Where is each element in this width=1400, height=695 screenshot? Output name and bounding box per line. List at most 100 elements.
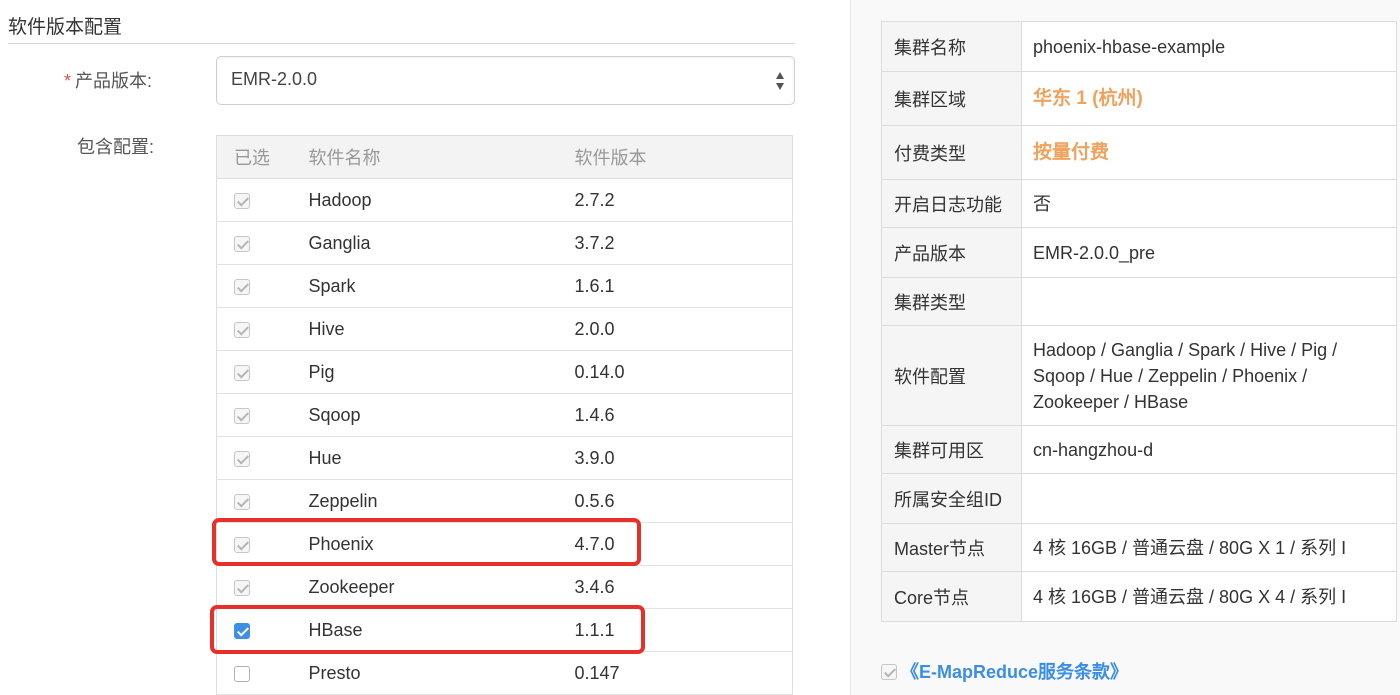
table-row: Hue 3.9.0 [216, 436, 793, 480]
summary-row: 开启日志功能 否 [881, 179, 1397, 228]
select-arrows-icon [776, 72, 784, 90]
summary-row: 集群名称 phoenix-hbase-example [881, 21, 1397, 72]
summary-row: 集群类型 [881, 277, 1397, 326]
summary-value: 4 核 16GB / 普通云盘 / 80G X 1 / 系列 I [1021, 523, 1397, 572]
checkbox-unchecked[interactable] [234, 665, 250, 682]
summary-value: Hadoop / Ganglia / Spark / Hive / Pig / … [1021, 325, 1397, 426]
version-select[interactable]: EMR-2.0.0 [216, 56, 795, 105]
header-version: 软件版本 [574, 135, 793, 179]
summary-row: 付费类型 按量付费 [881, 125, 1397, 180]
checkbox-disabled-checked [234, 235, 250, 252]
table-row: Hadoop 2.7.2 [216, 178, 793, 222]
summary-value: 4 核 16GB / 普通云盘 / 80G X 4 / 系列 I [1021, 571, 1397, 622]
checkbox-disabled-checked [234, 407, 250, 424]
summary-key: 开启日志功能 [881, 179, 1022, 228]
version-label-text: 产品版本: [75, 71, 153, 91]
summary-row: Core节点 4 核 16GB / 普通云盘 / 80G X 4 / 系列 I [881, 571, 1397, 622]
version-select-value: EMR-2.0.0 [231, 69, 318, 89]
checkbox-disabled-checked [234, 579, 250, 596]
summary-key: 产品版本 [881, 227, 1022, 278]
components-label: 包含配置: [77, 137, 155, 157]
summary-value: 按量付费 [1021, 125, 1397, 180]
table-row: HBase 1.1.1 [216, 608, 793, 652]
table-row: Pig 0.14.0 [216, 350, 793, 394]
checkbox-disabled-checked [234, 493, 250, 510]
software-version: 3.9.0 [574, 436, 793, 480]
software-version: 1.1.1 [574, 608, 793, 652]
table-header-row: 已选 软件名称 软件版本 [216, 135, 793, 179]
software-name: Sqoop [308, 393, 575, 437]
summary-key: 付费类型 [881, 125, 1022, 180]
summary-row: 产品版本 EMR-2.0.0_pre [881, 227, 1397, 278]
software-name: Pig [308, 350, 575, 394]
software-version: 3.7.2 [574, 221, 793, 265]
software-version: 0.147 [574, 651, 793, 695]
checkbox-disabled-checked [234, 536, 250, 553]
software-name: Presto [308, 651, 575, 695]
summary-value [1021, 277, 1397, 326]
table-row: Hive 2.0.0 [216, 307, 793, 351]
summary-value: cn-hangzhou-d [1021, 425, 1397, 474]
table-row: Phoenix 4.7.0 [216, 522, 793, 566]
software-name: Zookeeper [308, 565, 575, 609]
software-version: 1.6.1 [574, 264, 793, 308]
checkbox-checked[interactable] [234, 622, 250, 639]
summary-row: Master节点 4 核 16GB / 普通云盘 / 80G X 1 / 系列 … [881, 523, 1397, 572]
terms-link[interactable]: 《E-MapReduce服务条款》 [901, 662, 1128, 682]
header-name: 软件名称 [308, 135, 575, 179]
summary-value: phoenix-hbase-example [1021, 21, 1397, 72]
summary-key: 集群类型 [881, 277, 1022, 326]
summary-key: 集群名称 [881, 21, 1022, 72]
software-name: Hue [308, 436, 575, 480]
software-version: 4.7.0 [574, 522, 793, 566]
summary-value: 华东 1 (杭州) [1021, 71, 1397, 126]
software-name: Zeppelin [308, 479, 575, 523]
summary-key: 集群区域 [881, 71, 1022, 126]
software-config-panel: 软件版本配置 * 产品版本: EMR-2.0.0 包含配置: 已选 软件名称 软件… [0, 0, 850, 695]
version-label: * 产品版本: [64, 67, 152, 93]
summary-key: Master节点 [881, 523, 1022, 572]
checkbox-disabled-checked [234, 278, 250, 295]
table-row: Zookeeper 3.4.6 [216, 565, 793, 609]
summary-key: Core节点 [881, 571, 1022, 622]
checkbox-disabled-checked [234, 192, 250, 209]
software-name: Ganglia [308, 221, 575, 265]
table-row: Spark 1.6.1 [216, 264, 793, 308]
software-name: Spark [308, 264, 575, 308]
summary-key: 所属安全组ID [881, 473, 1022, 524]
software-name: Hadoop [308, 178, 575, 222]
summary-key: 软件配置 [881, 325, 1022, 426]
software-version: 1.4.6 [574, 393, 793, 437]
terms-agreement: 《E-MapReduce服务条款》 [881, 658, 1128, 684]
summary-value: EMR-2.0.0_pre [1021, 227, 1397, 278]
checkbox-disabled-checked [234, 450, 250, 467]
summary-row: 集群可用区 cn-hangzhou-d [881, 425, 1397, 474]
checkbox-disabled-checked [234, 321, 250, 338]
table-row: Zeppelin 0.5.6 [216, 479, 793, 523]
required-mark: * [64, 71, 72, 91]
software-version: 2.0.0 [574, 307, 793, 351]
table-row: Presto 0.147 [216, 651, 793, 695]
software-version: 0.14.0 [574, 350, 793, 394]
software-name: Phoenix [308, 522, 575, 566]
table-row: Ganglia 3.7.2 [216, 221, 793, 265]
table-row: Sqoop 1.4.6 [216, 393, 793, 437]
summary-value: 否 [1021, 179, 1397, 228]
software-version: 0.5.6 [574, 479, 793, 523]
summary-row: 所属安全组ID [881, 473, 1397, 524]
summary-row: 软件配置 Hadoop / Ganglia / Spark / Hive / P… [881, 325, 1397, 426]
summary-key: 集群可用区 [881, 425, 1022, 474]
software-version: 3.4.6 [574, 565, 793, 609]
section-title: 软件版本配置 [8, 17, 123, 38]
summary-table: 集群名称 phoenix-hbase-example 集群区域 华东 1 (杭州… [881, 21, 1397, 622]
checkbox-disabled-checked [234, 364, 250, 381]
section-divider [8, 43, 795, 44]
header-selected: 已选 [216, 135, 309, 179]
software-table: 已选 软件名称 软件版本 Hadoop 2.7.2 Ganglia 3.7.2 … [216, 135, 793, 695]
software-name: Hive [308, 307, 575, 351]
summary-value [1021, 473, 1397, 524]
terms-checkbox[interactable] [881, 664, 897, 680]
software-name: HBase [308, 608, 575, 652]
software-version: 2.7.2 [574, 178, 793, 222]
summary-row: 集群区域 华东 1 (杭州) [881, 71, 1397, 126]
